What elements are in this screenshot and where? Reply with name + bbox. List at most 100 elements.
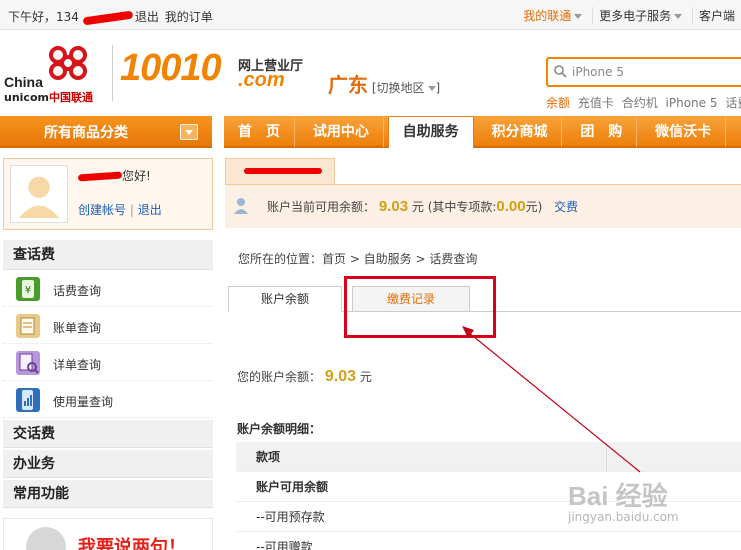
create-account-link[interactable]: 创建帐号: [78, 203, 126, 217]
region-name: 广东: [328, 73, 368, 97]
customer-link[interactable]: 客户端: [691, 7, 741, 24]
special-amount: 0.00: [496, 198, 526, 215]
table-header-cell: 款项: [256, 450, 281, 464]
user-icon: [234, 198, 248, 214]
my-unicom-label: 我的联通: [523, 9, 572, 23]
breadcrumb: 您所在的位置：首页 > 自助服务 > 话费查询: [238, 252, 478, 266]
region-selector[interactable]: 广东 [切换地区]: [328, 69, 440, 98]
table-cell: 账户可用余额: [256, 480, 329, 494]
hot-word[interactable]: 话费: [725, 96, 741, 110]
sidebar-section-common[interactable]: 常用功能: [3, 480, 213, 508]
detail-list-icon: [16, 351, 40, 375]
redaction-mark: [77, 171, 123, 182]
site-header: China unicom中国联通 10010 网上营业厅 .com 广东 [切换…: [0, 31, 741, 115]
pay-link[interactable]: 交费: [554, 200, 578, 214]
baidu-watermark: Bai 经验 jingyan.baidu.com: [568, 476, 740, 550]
balance-prefix: 账户当前可用余额：: [267, 200, 376, 214]
hot-word[interactable]: 余额: [546, 96, 570, 110]
chevron-down-icon: [574, 14, 583, 19]
nav-group-buy[interactable]: 团 购: [566, 117, 638, 147]
avatar: [10, 165, 68, 223]
nav-menu: 首 页 试用中心 自助服务 积分商城 团 购 微信沃卡: [224, 116, 727, 148]
your-balance-unit: 元: [359, 370, 372, 384]
table-cell: --可用预存款: [256, 510, 325, 524]
your-balance-line: 您的账户余额： 9.03 元: [237, 368, 372, 386]
promo-text: 我要说两句！: [78, 537, 186, 550]
header-divider: [112, 45, 113, 101]
feedback-promo[interactable]: 我要说两句！: [3, 518, 213, 550]
table-header: 款项: [236, 442, 741, 472]
table-cell: --可用赠款: [256, 540, 313, 550]
search-icon: [554, 65, 567, 78]
balance-mid: 元 (其中专项款:: [411, 200, 497, 214]
logout-link[interactable]: 退出: [135, 10, 159, 24]
svg-text:¥: ¥: [25, 285, 31, 296]
all-categories-label: 所有商品分类: [44, 125, 128, 141]
nav-home[interactable]: 首 页: [224, 117, 295, 147]
column-divider: [606, 442, 607, 472]
chevron-down-icon: [427, 86, 436, 91]
search-placeholder: iPhone 5: [572, 65, 624, 79]
sidebar-item-bill-query[interactable]: 账单查询: [3, 307, 213, 344]
nav-self-service[interactable]: 自助服务: [387, 116, 474, 148]
microphone-icon: [26, 527, 66, 550]
link-separator: |: [129, 203, 134, 217]
sidebar-item-detail-query[interactable]: 详单查询: [3, 344, 213, 381]
unicom-knot-logo-icon[interactable]: [46, 43, 90, 83]
sidebar-item-fee-query[interactable]: ¥ 话费查询: [3, 270, 213, 307]
user-greeting: 您好!: [77, 167, 151, 184]
user-links: 创建帐号 | 退出: [78, 201, 162, 218]
top-bar: 下午好，134 退出 我的订单 我的联通 更多电子服务 客户端: [0, 0, 741, 30]
hot-word[interactable]: iPhone 5: [666, 96, 718, 110]
region-switch[interactable]: [切换地区: [372, 81, 425, 95]
brand-10010[interactable]: 10010: [120, 47, 222, 90]
tab-account-balance[interactable]: 账户余额: [228, 286, 342, 312]
phone-number-tab-item[interactable]: [225, 158, 335, 184]
balance-amount: 9.03: [378, 198, 409, 215]
more-services-label: 更多电子服务: [599, 9, 672, 23]
top-bar-right: 我的联通 更多电子服务 客户端: [517, 7, 741, 24]
sidebar-item-label: 使用量查询: [53, 395, 114, 409]
sidebar-item-label: 话费查询: [53, 284, 102, 298]
sidebar-section-pay[interactable]: 交话费: [3, 420, 213, 448]
redaction-mark: [82, 10, 134, 25]
chevron-down-icon: [180, 124, 198, 140]
redaction-mark: [244, 168, 322, 174]
chevron-down-icon: [674, 14, 683, 19]
highlight-box: [344, 276, 496, 338]
nav-gap: [212, 116, 224, 148]
bill-icon: [16, 314, 40, 338]
my-orders-link[interactable]: 我的订单: [165, 10, 213, 24]
more-services-menu[interactable]: 更多电子服务: [592, 7, 688, 24]
sidebar-section-business[interactable]: 办业务: [3, 450, 213, 478]
your-balance-label: 您的账户余额：: [237, 370, 322, 384]
sidebar-item-usage-query[interactable]: 使用量查询: [3, 381, 213, 418]
hot-words: 余额 充值卡 合约机 iPhone 5 话费 手: [546, 94, 741, 111]
user-logout-link[interactable]: 退出: [138, 203, 162, 217]
my-unicom-menu[interactable]: 我的联通: [517, 7, 588, 24]
nav-wechat-card[interactable]: 微信沃卡: [641, 117, 727, 147]
sidebar-section-fee[interactable]: 查话费: [3, 240, 213, 270]
logo-english: China: [4, 75, 43, 89]
search-box[interactable]: iPhone 5: [546, 57, 741, 87]
sidebar-item-label: 详单查询: [53, 358, 102, 372]
hot-word[interactable]: 充值卡: [578, 96, 614, 110]
sidebar-menu: 查话费 ¥ 话费查询 账单查询 详单查询 使用量查询 交话费 办业务 常用功能: [3, 240, 213, 508]
logo-unicom-line: unicom中国联通: [4, 89, 93, 105]
nav-points-mall[interactable]: 积分商城: [477, 117, 563, 147]
logo-china-text: China: [4, 74, 43, 90]
phone-number-tab: [225, 158, 741, 184]
balance-suffix: 元): [525, 200, 543, 214]
logo-unicom-text: unicom: [4, 91, 49, 104]
region-bracket: ]: [435, 81, 441, 95]
all-categories-button[interactable]: 所有商品分类: [0, 116, 212, 146]
detail-title: 账户余额明细：: [237, 422, 322, 436]
main-nav: 所有商品分类 首 页 试用中心 自助服务 积分商城 团 购 微信沃卡: [0, 116, 741, 148]
user-box: 您好! 创建帐号 | 退出: [3, 158, 213, 230]
phone-yen-icon: ¥: [16, 277, 40, 301]
hot-word[interactable]: 合约机: [622, 96, 658, 110]
nav-trial-center[interactable]: 试用中心: [299, 117, 384, 147]
sidebar-item-label: 账单查询: [53, 321, 102, 335]
top-bar-left: 下午好，134 退出 我的订单: [8, 8, 215, 25]
logo-chinese-text: 中国联通: [48, 91, 93, 104]
